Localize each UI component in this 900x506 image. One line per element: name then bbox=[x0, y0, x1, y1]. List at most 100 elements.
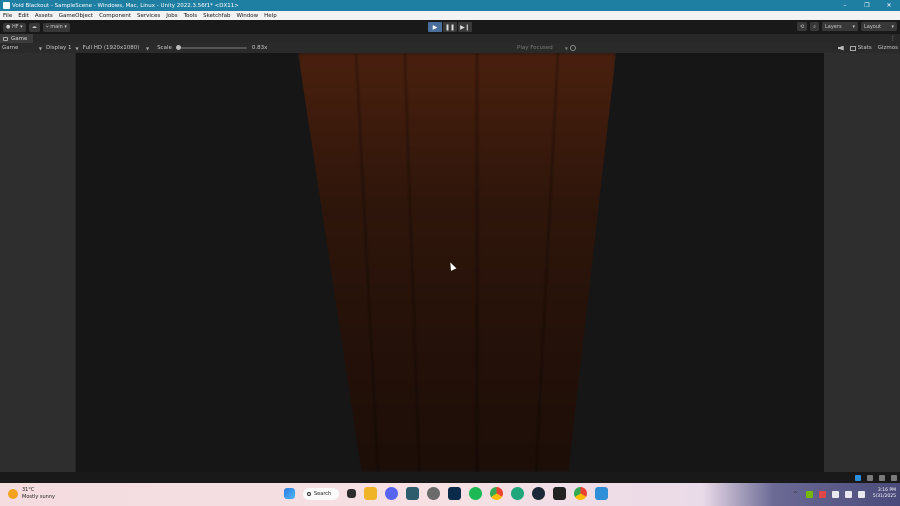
resolution-label: Full HD (1920x1080) bbox=[82, 45, 140, 51]
nvidia-icon[interactable] bbox=[805, 490, 813, 498]
display-dropdown[interactable]: Display 1 ▼ bbox=[44, 45, 81, 51]
unity-icon[interactable] bbox=[553, 487, 566, 500]
account-button[interactable]: ● HF ▾ bbox=[3, 22, 26, 32]
curtain-fold bbox=[476, 53, 478, 472]
chevron-down-icon: ▾ bbox=[852, 23, 855, 30]
volume-icon[interactable] bbox=[844, 490, 852, 498]
speaker-icon[interactable] bbox=[837, 45, 844, 51]
menu-edit[interactable]: Edit bbox=[18, 13, 29, 19]
cloud-button[interactable]: ☁ bbox=[28, 22, 40, 32]
account-label: HF bbox=[11, 24, 19, 30]
menu-bar: File Edit Assets GameObject Component Se… bbox=[0, 11, 900, 20]
spotify-icon[interactable] bbox=[469, 487, 482, 500]
branch-dropdown[interactable]: ⑂ main ▾ bbox=[42, 22, 70, 32]
menu-gameobject[interactable]: GameObject bbox=[59, 13, 93, 19]
visual-studio-icon[interactable] bbox=[595, 487, 608, 500]
history-button[interactable]: ⟲ bbox=[796, 22, 808, 31]
clock-date: 5/31/2025 bbox=[872, 494, 896, 499]
sun-icon bbox=[8, 489, 18, 499]
pause-button[interactable]: ❚❚ bbox=[443, 22, 457, 32]
weather-temperature: 31°C bbox=[22, 487, 35, 493]
progress-icon[interactable] bbox=[879, 474, 885, 481]
gamepad-icon bbox=[3, 36, 8, 41]
windows-taskbar: 31°C Mostly sunny Search ^ 3:16 PM 5/31/… bbox=[0, 483, 900, 506]
toolbar-right: ⟲ ⌕ Layers ▾ Layout ▾ bbox=[794, 22, 897, 31]
gear-icon[interactable] bbox=[570, 45, 576, 51]
menu-tools[interactable]: Tools bbox=[184, 13, 198, 19]
search-button[interactable]: ⌕ bbox=[810, 22, 819, 31]
tab-game-label: Game bbox=[11, 35, 28, 42]
taskbar-search[interactable]: Search bbox=[303, 487, 339, 500]
layout-label: Layout bbox=[864, 23, 881, 30]
menu-sketchfab[interactable]: Sketchfab bbox=[203, 13, 230, 19]
layers-dropdown[interactable]: Layers ▾ bbox=[822, 22, 858, 31]
cloud-sync-icon[interactable] bbox=[855, 474, 861, 481]
chevron-down-icon: ▼ bbox=[75, 45, 79, 51]
chevron-down-icon: ▼ bbox=[564, 45, 568, 51]
chevron-down-icon: ▼ bbox=[38, 45, 42, 51]
search-icon: ⌕ bbox=[813, 23, 816, 30]
menu-assets[interactable]: Assets bbox=[35, 13, 53, 19]
unity-logo-icon bbox=[3, 2, 10, 9]
menu-file[interactable]: File bbox=[3, 13, 12, 19]
game-scene[interactable] bbox=[76, 53, 824, 472]
console-icon[interactable] bbox=[867, 474, 873, 481]
main-toolbar: ● HF ▾ ☁ ⑂ main ▾ ▶ ❚❚ ▶❙ ⟲ ⌕ Layers ▾ L… bbox=[0, 20, 900, 34]
close-button[interactable]: ✕ bbox=[878, 0, 900, 11]
tab-game[interactable]: Game bbox=[0, 34, 34, 43]
chrome-profile-icon[interactable] bbox=[574, 487, 587, 500]
discord-icon[interactable] bbox=[385, 487, 398, 500]
edge-icon[interactable] bbox=[511, 487, 524, 500]
resolution-dropdown[interactable]: Full HD (1920x1080) ▼ bbox=[81, 45, 151, 51]
play-button[interactable]: ▶ bbox=[428, 22, 442, 32]
photoshop-icon[interactable] bbox=[448, 487, 461, 500]
menu-jobs[interactable]: Jobs bbox=[166, 13, 177, 19]
curtain-render bbox=[298, 53, 616, 472]
steam-icon[interactable] bbox=[532, 487, 545, 500]
scale-label: Scale bbox=[157, 45, 172, 51]
notification-icon[interactable] bbox=[891, 474, 897, 481]
chevron-down-icon: ▼ bbox=[143, 45, 150, 51]
system-tray: ^ 3:16 PM 5/31/2025 bbox=[787, 488, 896, 500]
chevron-down-icon: ▾ bbox=[62, 24, 67, 30]
stats-button[interactable]: Stats bbox=[858, 45, 872, 51]
scale-slider-thumb[interactable] bbox=[175, 45, 181, 50]
cloud-icon: ☁ bbox=[31, 24, 37, 30]
chevron-down-icon: ▾ bbox=[891, 23, 894, 30]
game-viewport[interactable] bbox=[0, 53, 900, 472]
scale-slider[interactable] bbox=[175, 45, 247, 50]
layers-label: Layers bbox=[825, 23, 842, 30]
taskbar-apps: Search bbox=[284, 487, 616, 500]
title-bar: Void Blackout - SampleScene - Windows, M… bbox=[0, 0, 900, 11]
gizmos-button[interactable]: Gizmos bbox=[878, 45, 898, 51]
discord-tray-icon[interactable] bbox=[818, 490, 826, 498]
menu-help[interactable]: Help bbox=[264, 13, 277, 19]
more-options-icon[interactable]: ⋮ bbox=[890, 35, 896, 42]
wifi-icon[interactable] bbox=[831, 490, 839, 498]
weather-widget[interactable]: 31°C Mostly sunny bbox=[8, 487, 55, 501]
menu-component[interactable]: Component bbox=[99, 13, 131, 19]
settings-icon[interactable] bbox=[427, 487, 440, 500]
display-label: Display 1 bbox=[46, 45, 72, 51]
play-focused-dropdown[interactable]: Play Focused ▼ bbox=[517, 43, 568, 53]
history-icon: ⟲ bbox=[799, 23, 805, 30]
app-icon[interactable] bbox=[406, 487, 419, 500]
play-focused-label: Play Focused bbox=[517, 45, 553, 51]
minimize-button[interactable]: – bbox=[834, 0, 856, 11]
taskbar-search-label: Search bbox=[314, 490, 332, 497]
clock[interactable]: 3:16 PM 5/31/2025 bbox=[873, 488, 896, 500]
chevron-up-icon[interactable]: ^ bbox=[793, 491, 800, 498]
battery-icon[interactable] bbox=[857, 490, 865, 498]
layout-dropdown[interactable]: Layout ▾ bbox=[861, 22, 897, 31]
view-mode-dropdown[interactable]: Game ▼ bbox=[0, 45, 44, 51]
game-view-right-controls: Stats Gizmos bbox=[832, 43, 898, 53]
windows-start-icon[interactable] bbox=[284, 488, 295, 499]
playmode-controls: ▶ ❚❚ ▶❙ bbox=[428, 22, 473, 32]
task-view-icon[interactable] bbox=[347, 489, 356, 498]
menu-services[interactable]: Services bbox=[137, 13, 160, 19]
menu-window[interactable]: Window bbox=[236, 13, 258, 19]
maximize-button[interactable]: ❐ bbox=[856, 0, 878, 11]
file-explorer-icon[interactable] bbox=[364, 487, 377, 500]
chrome-icon[interactable] bbox=[490, 487, 503, 500]
step-button[interactable]: ▶❙ bbox=[458, 22, 472, 32]
